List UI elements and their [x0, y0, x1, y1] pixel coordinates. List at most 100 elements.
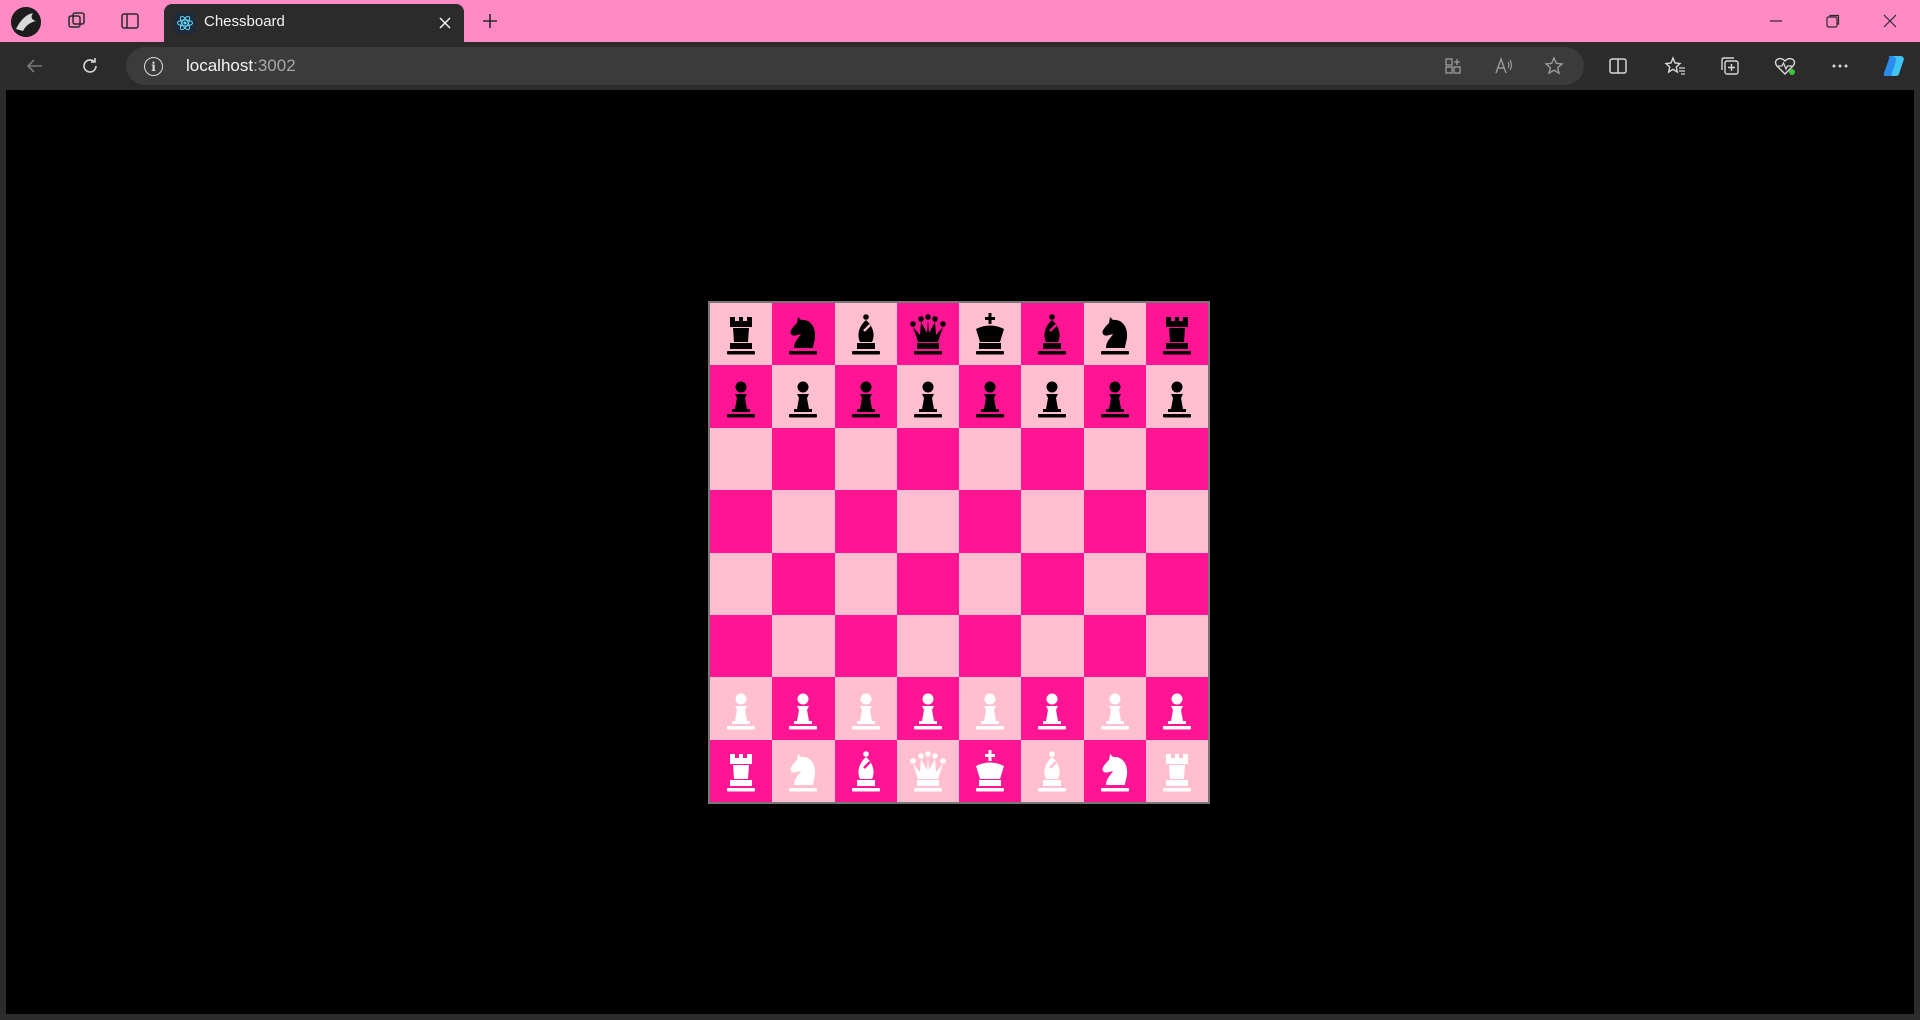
square-g8[interactable] [1083, 303, 1146, 366]
black-knight-icon[interactable] [780, 311, 826, 357]
square-a5[interactable] [710, 490, 773, 553]
square-b4[interactable] [772, 552, 835, 615]
square-f6[interactable] [1021, 427, 1084, 491]
square-f4[interactable] [1021, 552, 1084, 615]
tab-close-button[interactable] [432, 10, 458, 36]
favorites-button[interactable] [1657, 50, 1693, 82]
white-pawn-icon[interactable] [905, 686, 951, 732]
square-h5[interactable] [1145, 490, 1208, 553]
square-h7[interactable] [1145, 365, 1208, 428]
app-available-button[interactable] [1437, 51, 1469, 81]
square-e3[interactable] [959, 614, 1022, 678]
tab-chessboard[interactable]: Chessboard [164, 4, 464, 42]
square-h2[interactable] [1145, 677, 1208, 740]
site-info-icon[interactable]: i [144, 57, 163, 76]
black-pawn-icon[interactable] [967, 374, 1013, 420]
square-f5[interactable] [1021, 490, 1084, 553]
square-d4[interactable] [896, 552, 959, 615]
square-h3[interactable] [1145, 614, 1208, 678]
white-pawn-icon[interactable] [780, 686, 826, 732]
square-e7[interactable] [959, 365, 1022, 428]
white-pawn-icon[interactable] [1029, 686, 1075, 732]
black-pawn-icon[interactable] [905, 374, 951, 420]
square-b5[interactable] [772, 490, 835, 553]
collections-button[interactable] [1712, 50, 1748, 82]
square-a7[interactable] [710, 365, 773, 428]
split-screen-button[interactable] [1600, 50, 1636, 82]
white-rook-icon[interactable] [718, 748, 764, 794]
square-c4[interactable] [834, 552, 897, 615]
settings-more-button[interactable] [1822, 50, 1858, 82]
square-g5[interactable] [1083, 490, 1146, 553]
workspaces-button[interactable] [60, 5, 94, 37]
square-c7[interactable] [834, 365, 897, 428]
square-d7[interactable] [896, 365, 959, 428]
square-c2[interactable] [834, 677, 897, 740]
square-a2[interactable] [710, 677, 773, 740]
square-g2[interactable] [1083, 677, 1146, 740]
square-c3[interactable] [834, 614, 897, 678]
white-pawn-icon[interactable] [1154, 686, 1200, 732]
square-g6[interactable] [1083, 427, 1146, 491]
white-knight-icon[interactable] [780, 748, 826, 794]
black-pawn-icon[interactable] [1092, 374, 1138, 420]
square-h1[interactable] [1145, 739, 1208, 803]
square-a6[interactable] [710, 427, 773, 491]
square-d8[interactable] [896, 303, 959, 366]
square-e8[interactable] [959, 303, 1022, 366]
square-a3[interactable] [710, 614, 773, 678]
square-d5[interactable] [896, 490, 959, 553]
square-b6[interactable] [772, 427, 835, 491]
square-c5[interactable] [834, 490, 897, 553]
square-g4[interactable] [1083, 552, 1146, 615]
square-g3[interactable] [1083, 614, 1146, 678]
square-f3[interactable] [1021, 614, 1084, 678]
square-e4[interactable] [959, 552, 1022, 615]
square-b8[interactable] [772, 303, 835, 366]
square-h6[interactable] [1145, 427, 1208, 491]
close-window-button[interactable] [1862, 0, 1918, 42]
white-knight-icon[interactable] [1092, 748, 1138, 794]
new-tab-button[interactable] [473, 5, 507, 37]
read-aloud-button[interactable] [1488, 51, 1520, 81]
square-e2[interactable] [959, 677, 1022, 740]
favorite-button[interactable] [1538, 51, 1570, 81]
restore-button[interactable] [1805, 0, 1861, 42]
black-bishop-icon[interactable] [843, 311, 889, 357]
square-a4[interactable] [710, 552, 773, 615]
white-pawn-icon[interactable] [843, 686, 889, 732]
black-king-icon[interactable] [967, 311, 1013, 357]
square-f1[interactable] [1021, 739, 1084, 803]
square-b1[interactable] [772, 739, 835, 803]
square-d1[interactable] [896, 739, 959, 803]
white-rook-icon[interactable] [1154, 748, 1200, 794]
square-a8[interactable] [710, 303, 773, 366]
square-g7[interactable] [1083, 365, 1146, 428]
black-pawn-icon[interactable] [718, 374, 764, 420]
white-bishop-icon[interactable] [843, 748, 889, 794]
minimize-button[interactable] [1748, 0, 1804, 42]
copilot-button[interactable] [1876, 50, 1912, 82]
address-bar[interactable]: i localhost:3002 [126, 47, 1584, 85]
square-c8[interactable] [834, 303, 897, 366]
square-e5[interactable] [959, 490, 1022, 553]
square-b3[interactable] [772, 614, 835, 678]
browser-essentials-button[interactable] [1767, 50, 1803, 82]
black-queen-icon[interactable] [905, 311, 951, 357]
black-bishop-icon[interactable] [1029, 311, 1075, 357]
square-b2[interactable] [772, 677, 835, 740]
vertical-tabs-button[interactable] [113, 5, 147, 37]
white-bishop-icon[interactable] [1029, 748, 1075, 794]
back-button[interactable] [17, 50, 53, 82]
square-f8[interactable] [1021, 303, 1084, 366]
square-d3[interactable] [896, 614, 959, 678]
black-pawn-icon[interactable] [1154, 374, 1200, 420]
black-rook-icon[interactable] [718, 311, 764, 357]
square-b7[interactable] [772, 365, 835, 428]
square-e6[interactable] [959, 427, 1022, 491]
profile-avatar[interactable] [11, 7, 41, 37]
white-pawn-icon[interactable] [967, 686, 1013, 732]
white-king-icon[interactable] [967, 748, 1013, 794]
square-f2[interactable] [1021, 677, 1084, 740]
square-e1[interactable] [959, 739, 1022, 803]
